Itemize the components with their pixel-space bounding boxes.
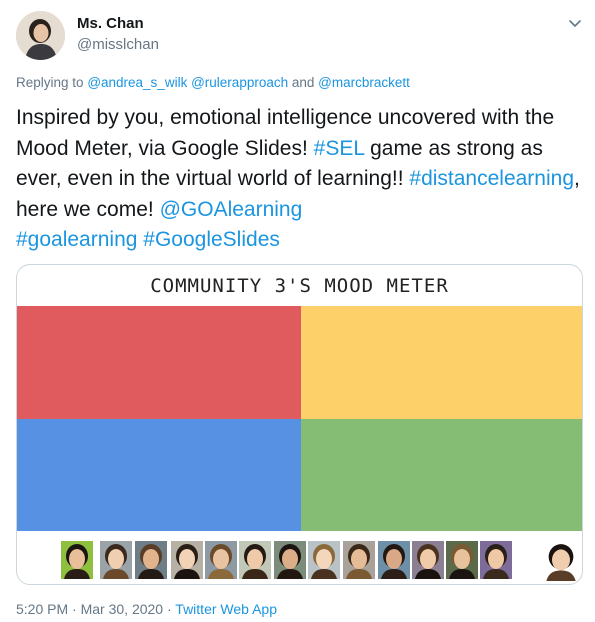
tweet-time[interactable]: 5:20 PM [16,601,68,617]
student-photo [378,541,410,579]
display-name[interactable]: Ms. Chan [77,15,144,32]
slide-title: COMMUNITY 3'S MOOD METER [150,275,449,297]
quadrant-red [17,306,301,419]
mention-andrea[interactable]: @andrea_s_wilk [87,75,187,90]
mention-ruler[interactable]: @rulerapproach [191,75,288,90]
quadrant-green [301,419,582,531]
chevron-down-icon[interactable] [566,14,584,32]
student-photo [412,541,444,579]
tweet-date[interactable]: Mar 30, 2020 [81,601,164,617]
student-photo [135,541,167,579]
replying-prefix: Replying to [16,75,84,90]
tweet-card: Ms. Chan @misslchan Replying to @andrea_… [0,0,595,622]
replying-to: Replying to @andrea_s_wilk @rulerapproac… [16,75,410,90]
meta-separator: · [68,601,81,617]
student-photo [274,541,306,579]
quadrant-blue [17,419,301,531]
hashtag-goalearning[interactable]: #goalearning [16,228,137,251]
student-photos [17,541,582,583]
student-photo [100,541,132,579]
avatar[interactable] [16,11,65,60]
student-photo [308,541,340,579]
student-photo [171,541,203,579]
student-photo [343,541,375,579]
student-photo [61,541,93,579]
tweet-text: Inspired by you, emotional intelligence … [16,103,586,256]
mention-goalearning[interactable]: @GOAlearning [160,198,303,221]
hashtag-sel[interactable]: #SEL [314,137,365,160]
meta-separator: · [163,601,176,617]
mention-marc[interactable]: @marcbrackett [318,75,410,90]
student-photo [480,541,512,579]
hashtag-distancelearning[interactable]: #distancelearning [409,167,574,190]
media-image[interactable]: COMMUNITY 3'S MOOD METER [16,264,583,585]
tweet-source[interactable]: Twitter Web App [175,601,277,617]
replying-conjunction: and [291,75,315,90]
student-photo [446,541,478,579]
student-photo [205,541,237,579]
tweet-meta: 5:20 PM · Mar 30, 2020 · Twitter Web App [16,601,277,617]
user-handle[interactable]: @misslchan [77,36,159,53]
teacher-photo [543,541,579,581]
quadrant-yellow [301,306,582,419]
hashtag-googleslides[interactable]: #GoogleSlides [143,228,280,251]
student-photo [239,541,271,579]
